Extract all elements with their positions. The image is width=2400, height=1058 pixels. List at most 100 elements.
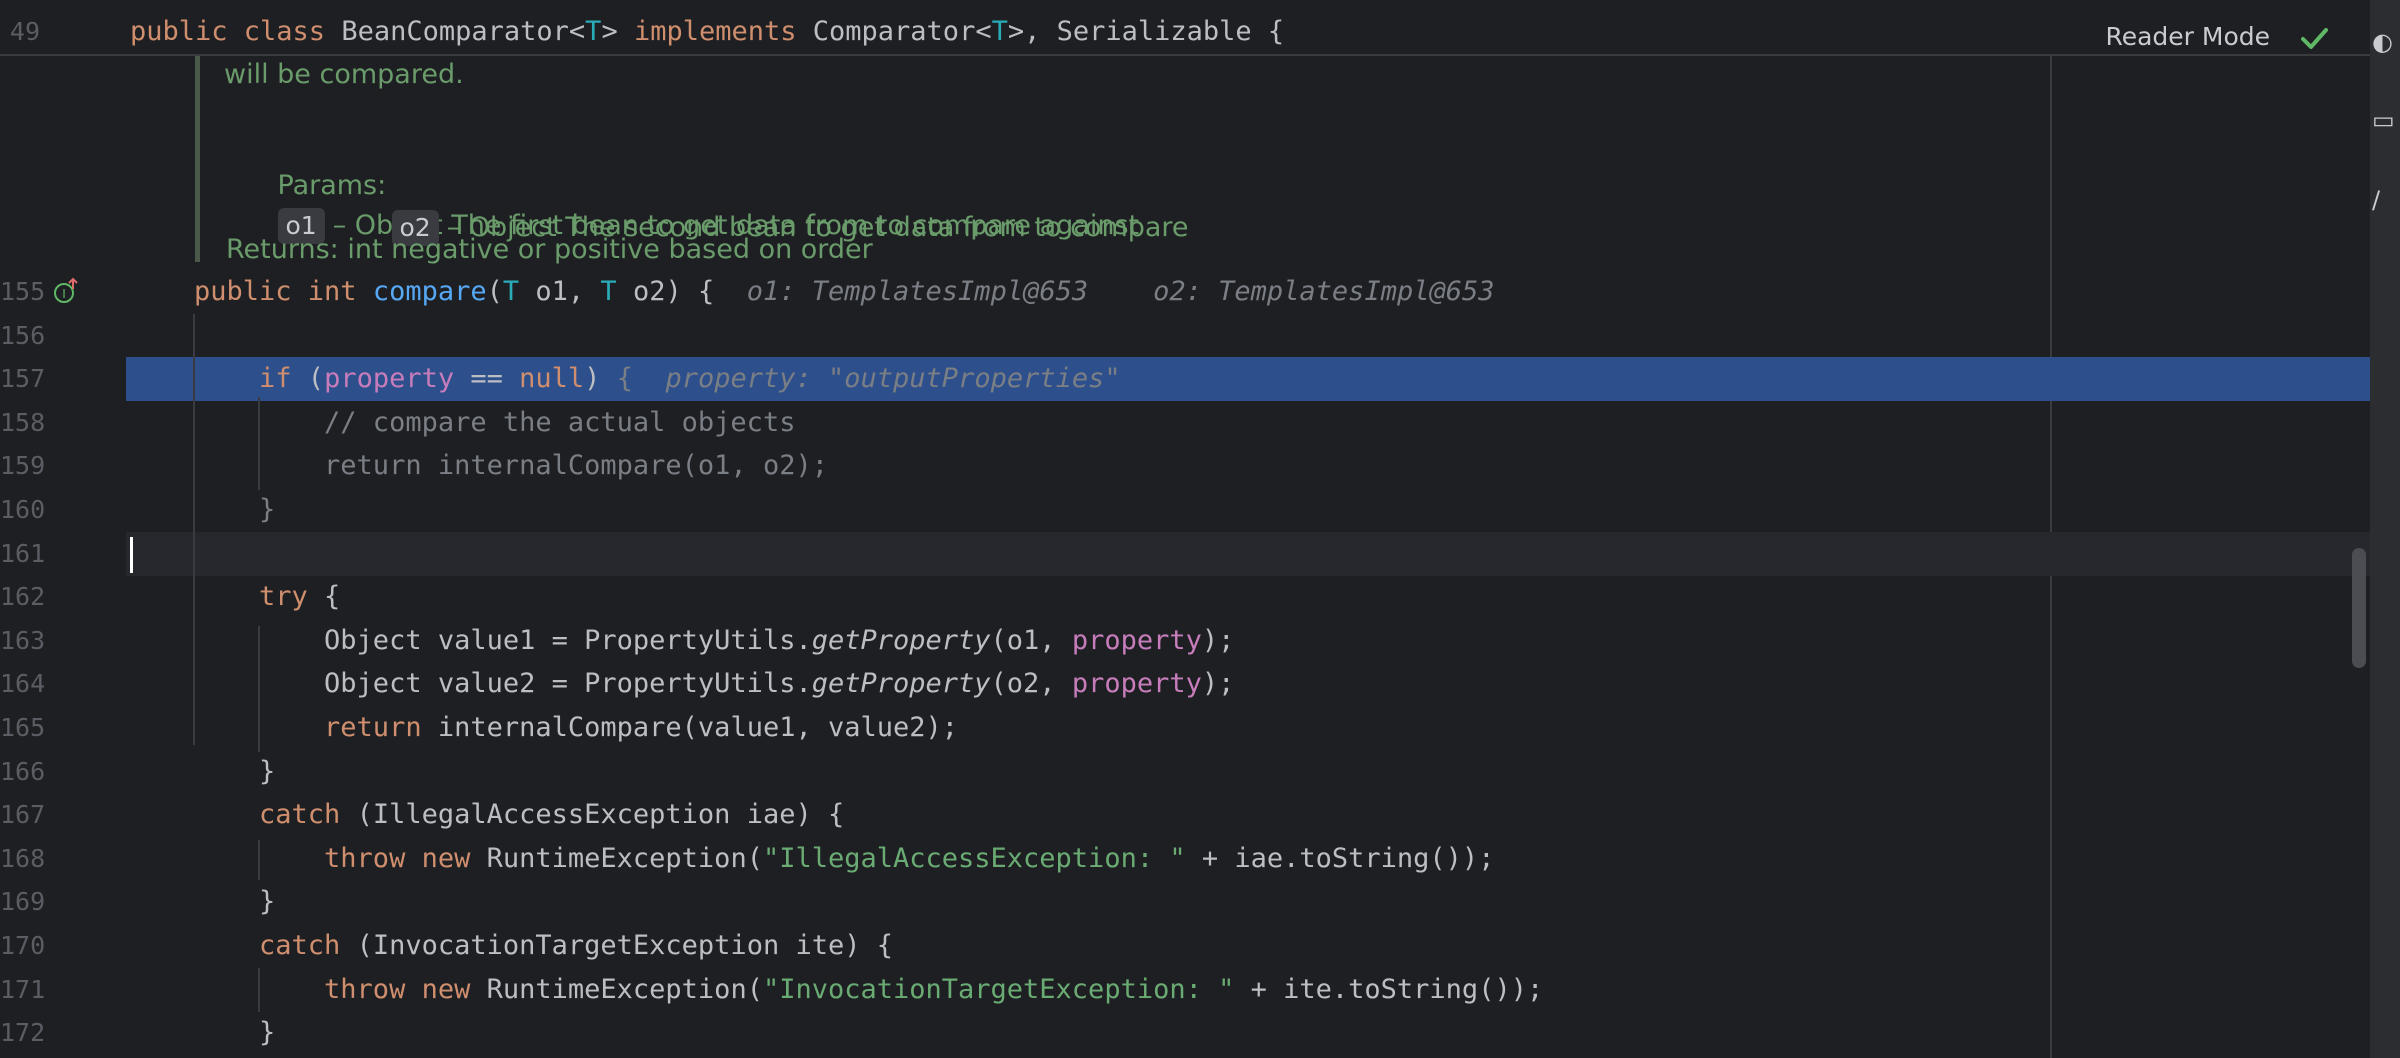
code-token: T <box>991 16 1008 47</box>
code-line[interactable]: throw new RuntimeException("IllegalAcces… <box>126 837 2370 881</box>
line-number[interactable]: 163 <box>0 619 45 663</box>
code-text: Object value2 = PropertyUtils.getPropert… <box>126 668 1234 699</box>
code-line[interactable]: } <box>126 750 2370 794</box>
line-number[interactable]: 170 <box>0 924 45 968</box>
indent-guide <box>258 397 260 490</box>
code-text: } <box>126 1017 275 1048</box>
code-line[interactable]: } <box>126 880 2370 924</box>
code-text: Object value1 = PropertyUtils.getPropert… <box>126 625 1234 656</box>
code-token: property <box>1071 625 1202 656</box>
code-token: ( <box>486 276 503 307</box>
line-number[interactable]: 167 <box>0 793 45 837</box>
line-number[interactable]: 171 <box>0 968 45 1012</box>
sticky-code-line: public class BeanComparator< T > implement… <box>130 0 1284 54</box>
code-line[interactable]: return internalCompare(o1, o2); <box>126 444 2370 488</box>
code-token: catch <box>194 799 357 830</box>
code-token: o1, <box>519 276 601 307</box>
code-line[interactable]: return internalCompare(value1, value2); <box>126 706 2370 750</box>
code-token: RuntimeException( <box>486 843 763 874</box>
code-token: public class <box>130 16 342 47</box>
highlighted-execution-line[interactable]: if (property == null) { property: "outpu… <box>126 357 2370 401</box>
code-editor[interactable]: 49 public class BeanComparator< T > implem… <box>0 0 2370 1058</box>
code-line[interactable]: throw new RuntimeException("InvocationTa… <box>126 968 2370 1012</box>
vertical-scrollbar-thumb[interactable] <box>2352 548 2366 668</box>
code-token: Object value2 = PropertyUtils. <box>194 668 812 699</box>
code-text: return internalCompare(o1, o2); <box>126 450 828 481</box>
tool-window-icon[interactable]: / <box>2372 186 2380 214</box>
code-token: (InvocationTargetException ite) { <box>356 930 893 961</box>
code-token: getProperty <box>811 668 991 699</box>
code-token: throw new <box>194 974 487 1005</box>
code-text: return internalCompare(value1, value2); <box>126 712 958 743</box>
code-token: try <box>194 581 325 612</box>
code-line[interactable] <box>126 314 2370 358</box>
code-token: == <box>454 363 520 394</box>
code-text: catch (InvocationTargetException ite) { <box>126 930 893 961</box>
code-line[interactable] <box>126 532 2370 576</box>
code-line[interactable]: catch (InvocationTargetException ite) { <box>126 924 2370 968</box>
code-token: return <box>194 712 438 743</box>
code-token: internalCompare(value1, value2); <box>437 712 959 743</box>
code-line[interactable]: } <box>126 488 2370 532</box>
code-line[interactable]: catch (IllegalAccessException iae) { <box>126 793 2370 837</box>
tool-window-icon[interactable]: ▭ <box>2372 106 2395 134</box>
line-number[interactable]: 155 <box>0 270 45 314</box>
code-line[interactable]: Object value2 = PropertyUtils.getPropert… <box>126 662 2370 706</box>
sticky-class-header[interactable]: 49 public class BeanComparator< T > implem… <box>0 0 2370 56</box>
code-line[interactable]: // compare the actual objects <box>126 401 2370 445</box>
rendered-javadoc: will be compared. Params: o1– Object The… <box>195 30 2050 265</box>
code-token: compare <box>372 276 487 307</box>
code-token: { <box>616 363 666 394</box>
code-token: > <box>601 16 634 47</box>
line-number[interactable]: 162 <box>0 575 45 619</box>
code-token: (IllegalAccessException iae) { <box>356 799 845 830</box>
indent-guide <box>258 968 260 1012</box>
code-token: BeanComparator< <box>341 16 586 47</box>
code-text: } <box>126 494 275 525</box>
code-line[interactable]: public int compare(T o1, T o2) { o1: Tem… <box>126 270 2370 314</box>
code-token: ); <box>1201 668 1235 699</box>
doc-param-row: Params: o1– Object The first bean to get… <box>226 126 1139 244</box>
line-number: 49 <box>9 17 40 46</box>
code-token: catch <box>194 930 357 961</box>
code-token: ( <box>307 363 325 394</box>
line-number[interactable]: 156 <box>0 314 45 358</box>
tool-window-icon[interactable]: ◐ <box>2372 28 2393 56</box>
code-token: } <box>194 886 276 917</box>
inline-debug-value: o1: TemplatesImpl@653 o2: TemplatesImpl@… <box>746 276 1495 307</box>
code-token: >, Serializable { <box>1007 16 1285 47</box>
line-number[interactable]: 168 <box>0 837 45 881</box>
code-token: implements <box>633 16 813 47</box>
code-text: throw new RuntimeException("IllegalAcces… <box>126 843 1494 874</box>
line-number[interactable]: 169 <box>0 880 45 924</box>
doc-param-row: o2– Object The second bean to get data f… <box>340 168 1189 246</box>
code-token: null <box>519 363 585 394</box>
indent-guide <box>258 840 260 880</box>
code-token: RuntimeException( <box>486 974 763 1005</box>
code-token: T <box>502 276 520 307</box>
code-line[interactable]: } <box>126 1011 2370 1055</box>
code-token: throw new <box>194 843 487 874</box>
code-token: + ite.toString()); <box>1234 974 1544 1005</box>
code-token: if <box>194 363 308 394</box>
line-number[interactable]: 164 <box>0 662 45 706</box>
line-number[interactable]: 160 <box>0 488 45 532</box>
reader-mode-button[interactable]: Reader Mode <box>2089 14 2286 60</box>
line-number[interactable]: 158 <box>0 401 45 445</box>
line-number[interactable]: 159 <box>0 444 45 488</box>
line-number[interactable]: 165 <box>0 706 45 750</box>
line-number[interactable]: 157 <box>0 357 45 401</box>
code-line[interactable]: Object value1 = PropertyUtils.getPropert… <box>126 619 2370 663</box>
line-number[interactable]: 166 <box>0 750 45 794</box>
implements-method-icon[interactable]: I <box>52 277 80 305</box>
code-line[interactable]: try { <box>126 575 2370 619</box>
line-number[interactable]: 172 <box>0 1011 45 1055</box>
code-token: property <box>1071 668 1202 699</box>
code-token: (o1, <box>990 625 1072 656</box>
code-text: } <box>126 756 275 787</box>
line-number[interactable]: 161 <box>0 532 45 576</box>
code-token: Comparator< <box>812 16 992 47</box>
checkmark-icon[interactable] <box>2294 18 2334 58</box>
code-token: "IllegalAccessException: " <box>762 843 1186 874</box>
